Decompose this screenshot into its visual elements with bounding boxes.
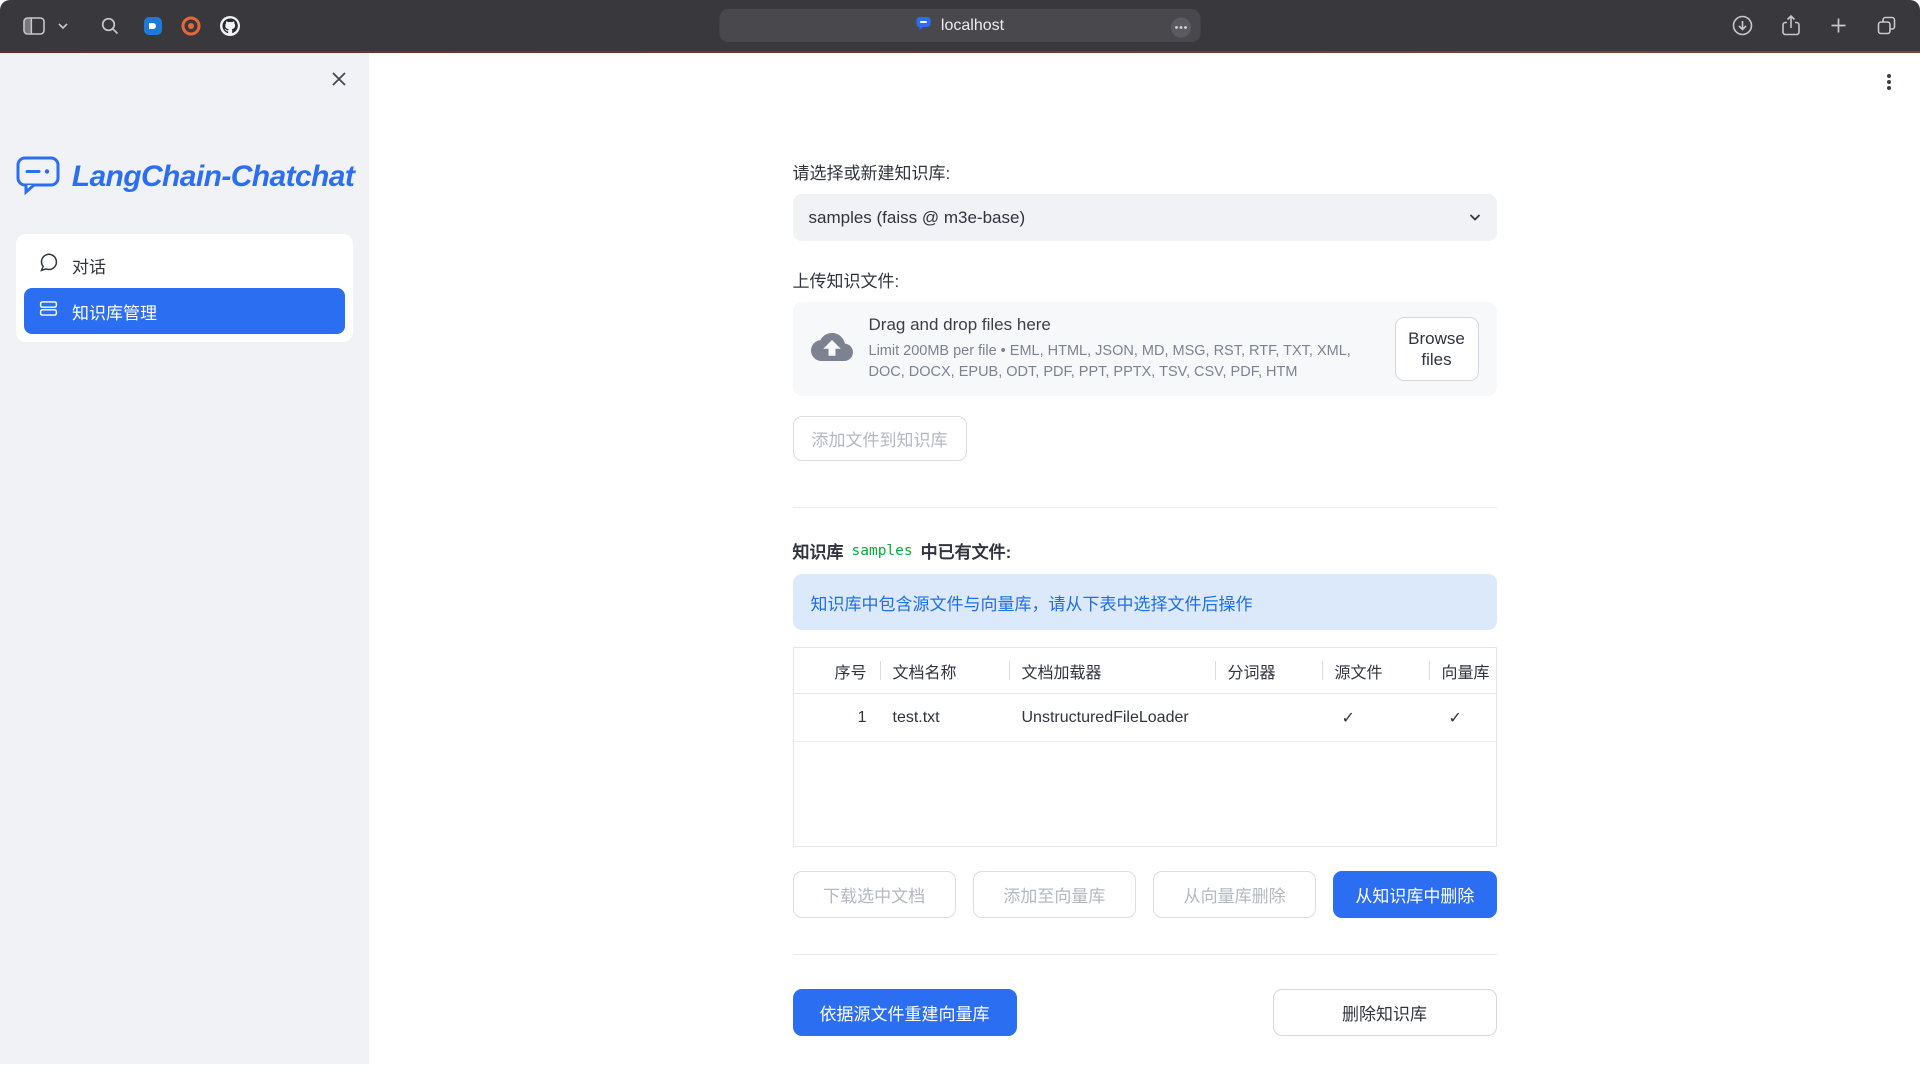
- sidebar-chevron-down-icon[interactable]: [55, 20, 71, 32]
- cloud-upload-icon: [811, 326, 853, 373]
- toolbar-right-group: [1707, 12, 1900, 39]
- files-table: 序号 文档名称 文档加载器 分词器 源文件 向量库 1 test.txt Uns…: [793, 647, 1497, 847]
- kb-bottom-actions: 依据源文件重建向量库 删除知识库: [793, 989, 1497, 1036]
- info-banner-text: 知识库中包含源文件与向量库，请从下表中选择文件后操作: [811, 590, 1253, 615]
- col-header-source: 源文件: [1322, 648, 1429, 693]
- sidebar-menu: 对话 知识库管理: [16, 234, 353, 342]
- kb-select[interactable]: samples (faiss @ m3e-base): [793, 194, 1497, 241]
- add-to-vector-store-button[interactable]: 添加至向量库: [973, 871, 1136, 918]
- kb-select-label: 请选择或新建知识库:: [793, 159, 1497, 184]
- tab-overview-icon[interactable]: [1873, 12, 1900, 39]
- github-icon[interactable]: [217, 13, 243, 39]
- toolbar-left-group: [20, 13, 141, 39]
- file-dropzone[interactable]: Drag and drop files here Limit 200MB per…: [793, 302, 1497, 396]
- col-header-name: 文档名称: [880, 648, 1009, 693]
- add-files-to-kb-button[interactable]: 添加文件到知识库: [793, 416, 967, 461]
- kb-heading-suffix: 中已有文件:: [921, 538, 1012, 563]
- col-header-splitter: 分词器: [1215, 648, 1322, 693]
- extension-blue-icon[interactable]: [141, 14, 165, 38]
- chevron-down-icon: [1466, 208, 1484, 231]
- dropzone-limit-text: Limit 200MB per file • EML, HTML, JSON, …: [869, 341, 1379, 383]
- page-favicon: [916, 15, 932, 36]
- content-column: 请选择或新建知识库: samples (faiss @ m3e-base) 上传…: [793, 53, 1497, 1036]
- kb-heading-prefix: 知识库: [793, 538, 844, 563]
- url-host-text: localhost: [941, 17, 1004, 35]
- col-header-vector: 向量库: [1429, 648, 1496, 693]
- app-window: LangChain-Chatchat 对话 知识库管理: [0, 53, 1920, 1080]
- cell-splitter: [1215, 694, 1322, 741]
- cell-index: 1: [794, 694, 880, 741]
- download-selected-button[interactable]: 下载选中文档: [793, 871, 956, 918]
- url-field[interactable]: localhost: [720, 9, 1201, 42]
- divider: [793, 954, 1497, 955]
- col-header-index: 序号: [794, 648, 880, 693]
- search-icon[interactable]: [97, 13, 123, 39]
- chat-bubble-icon: [38, 252, 59, 278]
- app-logo: LangChain-Chatchat: [0, 153, 369, 200]
- share-icon[interactable]: [1778, 12, 1804, 39]
- cell-source-check: ✓: [1322, 694, 1429, 741]
- sidebar-item-dialogue[interactable]: 对话: [24, 242, 345, 288]
- table-header-row: 序号 文档名称 文档加载器 分词器 源文件 向量库: [794, 648, 1496, 694]
- cell-name: test.txt: [880, 694, 1009, 741]
- downloads-icon[interactable]: [1729, 12, 1756, 39]
- info-banner: 知识库中包含源文件与向量库，请从下表中选择文件后操作: [793, 574, 1497, 630]
- new-tab-icon[interactable]: [1826, 13, 1851, 38]
- col-header-loader: 文档加载器: [1009, 648, 1215, 693]
- sidebar-toggle-icon[interactable]: [20, 13, 49, 39]
- dropzone-text: Drag and drop files here Limit 200MB per…: [869, 315, 1379, 383]
- knowledge-base-icon: [38, 298, 59, 324]
- extensions-ellipsis-icon[interactable]: [1169, 15, 1194, 40]
- upload-label: 上传知识文件:: [793, 267, 1497, 292]
- table-row[interactable]: 1 test.txt UnstructuredFileLoader ✓ ✓: [794, 694, 1496, 742]
- main-content: 请选择或新建知识库: samples (faiss @ m3e-base) 上传…: [369, 53, 1920, 1080]
- sidebar-item-label: 知识库管理: [72, 299, 157, 324]
- kb-name-code: samples: [852, 543, 913, 559]
- kb-files-heading: 知识库 samples 中已有文件:: [793, 538, 1497, 563]
- sidebar-item-knowledge-base[interactable]: 知识库管理: [24, 288, 345, 334]
- kb-select-value: samples (faiss @ m3e-base): [809, 208, 1026, 228]
- divider: [793, 507, 1497, 508]
- rebuild-vector-store-button[interactable]: 依据源文件重建向量库: [793, 989, 1017, 1036]
- extension-orange-icon[interactable]: [179, 14, 203, 38]
- toolbar-extensions-group: [141, 13, 257, 39]
- sidebar: LangChain-Chatchat 对话 知识库管理: [0, 53, 369, 1080]
- browse-files-button[interactable]: Browse files: [1395, 317, 1479, 381]
- cell-loader: UnstructuredFileLoader: [1009, 694, 1215, 741]
- app-menu-kebab-icon[interactable]: [1878, 69, 1900, 95]
- logo-text: LangChain-Chatchat: [72, 160, 355, 194]
- sidebar-close-icon[interactable]: [327, 67, 351, 91]
- cell-vector-check: ✓: [1429, 694, 1496, 741]
- browser-toolbar: localhost: [0, 0, 1920, 51]
- delete-from-vector-store-button[interactable]: 从向量库删除: [1153, 871, 1316, 918]
- sidebar-item-label: 对话: [72, 253, 106, 278]
- dropzone-title: Drag and drop files here: [869, 315, 1379, 335]
- file-actions-row: 下载选中文档 添加至向量库 从向量库删除 从知识库中删除: [793, 871, 1497, 918]
- delete-from-kb-button[interactable]: 从知识库中删除: [1333, 871, 1496, 918]
- logo-chat-bubble-icon: [15, 153, 61, 200]
- delete-kb-button[interactable]: 删除知识库: [1273, 989, 1497, 1036]
